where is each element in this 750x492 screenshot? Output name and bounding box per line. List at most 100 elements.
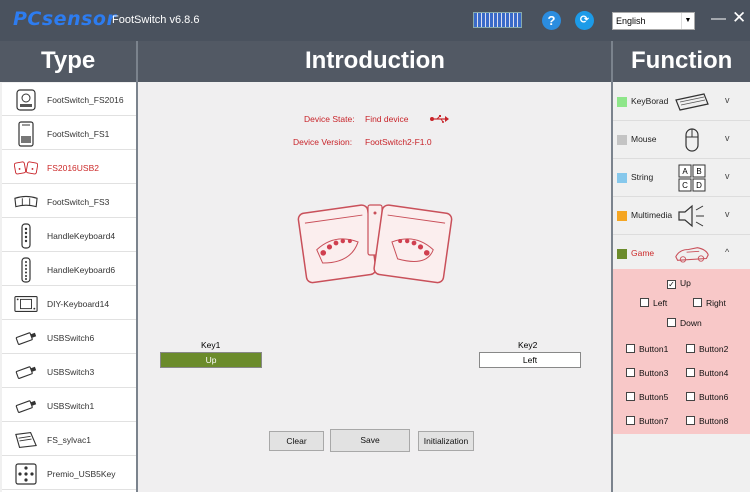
introduction-panel: Device State: Find device Device Version… xyxy=(138,83,611,492)
question-icon: ? xyxy=(547,13,556,28)
clear-button[interactable]: Clear xyxy=(269,431,324,451)
app-title: FootSwitch v6.8.6 xyxy=(112,14,200,26)
help-button[interactable]: ? xyxy=(542,11,561,30)
mouse-icon xyxy=(674,126,710,154)
checkbox-button6[interactable]: Button6 xyxy=(686,392,728,402)
usbswitch3-icon xyxy=(14,359,38,385)
save-button[interactable]: Save xyxy=(330,429,410,452)
function-heading: Function xyxy=(631,47,733,74)
multimedia-color-swatch xyxy=(617,211,627,221)
checkbox-left[interactable]: Left xyxy=(640,298,667,308)
function-label: Mouse xyxy=(631,134,657,144)
usb-icon xyxy=(430,115,449,123)
language-value: English xyxy=(616,16,646,26)
type-item-label: FS2016USB2 xyxy=(47,163,99,173)
function-item-keyboard[interactable]: KeyBorad v xyxy=(613,83,750,121)
fs-sylvac1-icon xyxy=(14,427,38,453)
checkbox-button1[interactable]: Button1 xyxy=(626,344,668,354)
footswitch-fs2016-icon xyxy=(14,87,38,113)
handlekeyboard4-icon xyxy=(14,223,38,249)
chevron-up-icon[interactable]: ^ xyxy=(725,247,729,257)
key2-label: Key2 xyxy=(518,340,538,350)
type-item-usbswitch6[interactable]: USBSwitch6 xyxy=(2,321,136,354)
usbswitch6-icon xyxy=(14,325,38,351)
type-item-label: USBSwitch3 xyxy=(47,367,95,377)
initialization-button[interactable]: Initialization xyxy=(418,431,474,451)
chevron-down-icon[interactable]: v xyxy=(725,209,730,219)
function-label: String xyxy=(631,172,654,182)
type-item-usbswitch1[interactable]: USBSwitch1 xyxy=(2,389,136,422)
chevron-down-icon[interactable]: v xyxy=(725,133,730,143)
checkbox-button7[interactable]: Button7 xyxy=(626,416,668,426)
footswitch-device-icon xyxy=(297,204,453,284)
footswitch-fs1-icon xyxy=(14,121,38,147)
function-label: Game xyxy=(631,248,655,258)
keyboard-banner-icon[interactable] xyxy=(473,12,522,28)
key1-field[interactable]: Up xyxy=(160,352,262,368)
checkbox-button5[interactable]: Button5 xyxy=(626,392,668,402)
svg-text:A: A xyxy=(682,167,688,176)
device-version-label: Device Version: xyxy=(293,137,353,147)
race-car-icon xyxy=(674,240,710,268)
footswitch-fs3-icon xyxy=(14,189,38,215)
function-item-multimedia[interactable]: Multimedia v xyxy=(613,197,750,235)
string-color-swatch xyxy=(617,173,627,183)
checkbox-button3[interactable]: Button3 xyxy=(626,368,668,378)
type-item-label: USBSwitch6 xyxy=(47,333,95,343)
title-bar: PCsensor FootSwitch v6.8.6 ? ⟳ English ▼… xyxy=(0,0,750,41)
refresh-icon: ⟳ xyxy=(579,14,590,26)
type-item-fs2016usb2[interactable]: FS2016USB2 xyxy=(2,151,136,184)
checkbox-down[interactable]: Down xyxy=(667,318,702,328)
pcsensor-logo: PCsensor xyxy=(13,8,117,30)
type-item-footswitch-fs2016[interactable]: FootSwitch_FS2016 xyxy=(2,83,136,116)
mouse-color-swatch xyxy=(617,135,627,145)
chevron-down-icon[interactable]: v xyxy=(725,171,730,181)
game-options-panel: ✓ Up Left Right Down Button1 Button2 Butt… xyxy=(613,269,750,434)
checkbox-button4[interactable]: Button4 xyxy=(686,368,728,378)
type-item-premio-usb5key[interactable]: Premio_USB5Key xyxy=(2,457,136,490)
type-item-label: HandleKeyboard4 xyxy=(47,231,116,241)
type-item-label: FootSwitch_FS1 xyxy=(47,129,110,139)
type-list: FootSwitch_FS2016 FootSwitch_FS1 FS2016U… xyxy=(2,83,136,492)
type-item-label: FS_sylvac1 xyxy=(47,435,91,445)
usbswitch1-icon xyxy=(14,393,38,419)
key2-field[interactable]: Left xyxy=(479,352,581,368)
premio-usb5key-icon xyxy=(14,461,38,487)
checkbox-up[interactable]: ✓ Up xyxy=(667,278,691,289)
type-item-diy-keyboard14[interactable]: DIY-Keyboard14 xyxy=(2,287,136,320)
game-color-swatch xyxy=(617,249,627,259)
checkbox-up-box[interactable]: ✓ xyxy=(667,280,676,289)
type-item-label: DIY-Keyboard14 xyxy=(47,299,110,309)
type-item-footswitch-fs1[interactable]: FootSwitch_FS1 xyxy=(2,117,136,150)
function-item-string[interactable]: String ABCD v xyxy=(613,159,750,197)
function-item-game[interactable]: Game ^ xyxy=(613,235,750,273)
checkbox-right[interactable]: Right xyxy=(693,298,726,308)
language-select[interactable]: English ▼ xyxy=(612,12,695,30)
diy-keyboard14-icon xyxy=(14,291,38,317)
function-label: KeyBorad xyxy=(631,96,669,106)
header-row: Type Introduction Function xyxy=(0,41,750,82)
checkbox-button8[interactable]: Button8 xyxy=(686,416,728,426)
type-item-label: FootSwitch_FS3 xyxy=(47,197,110,207)
fs2016usb2-icon xyxy=(14,155,38,181)
type-item-label: FootSwitch_FS2016 xyxy=(47,95,124,105)
type-item-handlekeyboard4[interactable]: HandleKeyboard4 xyxy=(2,219,136,252)
type-item-footswitch-fs3[interactable]: FootSwitch_FS3 xyxy=(2,185,136,218)
svg-text:B: B xyxy=(696,167,701,176)
type-item-label: USBSwitch1 xyxy=(47,401,95,411)
type-item-handlekeyboard6[interactable]: HandleKeyboard6 xyxy=(2,253,136,286)
minimize-button[interactable]: — xyxy=(711,10,726,27)
device-version-value: FootSwitch2-F1.0 xyxy=(365,137,432,147)
checkbox-button2[interactable]: Button2 xyxy=(686,344,728,354)
type-item-fs-sylvac1[interactable]: FS_sylvac1 xyxy=(2,423,136,456)
update-button[interactable]: ⟳ xyxy=(575,11,594,30)
function-item-mouse[interactable]: Mouse v xyxy=(613,121,750,159)
keyboard-color-swatch xyxy=(617,97,627,107)
chevron-down-icon[interactable]: v xyxy=(725,95,730,105)
speaker-icon xyxy=(674,202,710,230)
close-button[interactable]: ✕ xyxy=(732,8,746,28)
handlekeyboard6-icon xyxy=(14,257,38,283)
chevron-down-icon: ▼ xyxy=(681,13,694,29)
keyboard-icon xyxy=(674,88,710,116)
type-item-usbswitch3[interactable]: USBSwitch3 xyxy=(2,355,136,388)
